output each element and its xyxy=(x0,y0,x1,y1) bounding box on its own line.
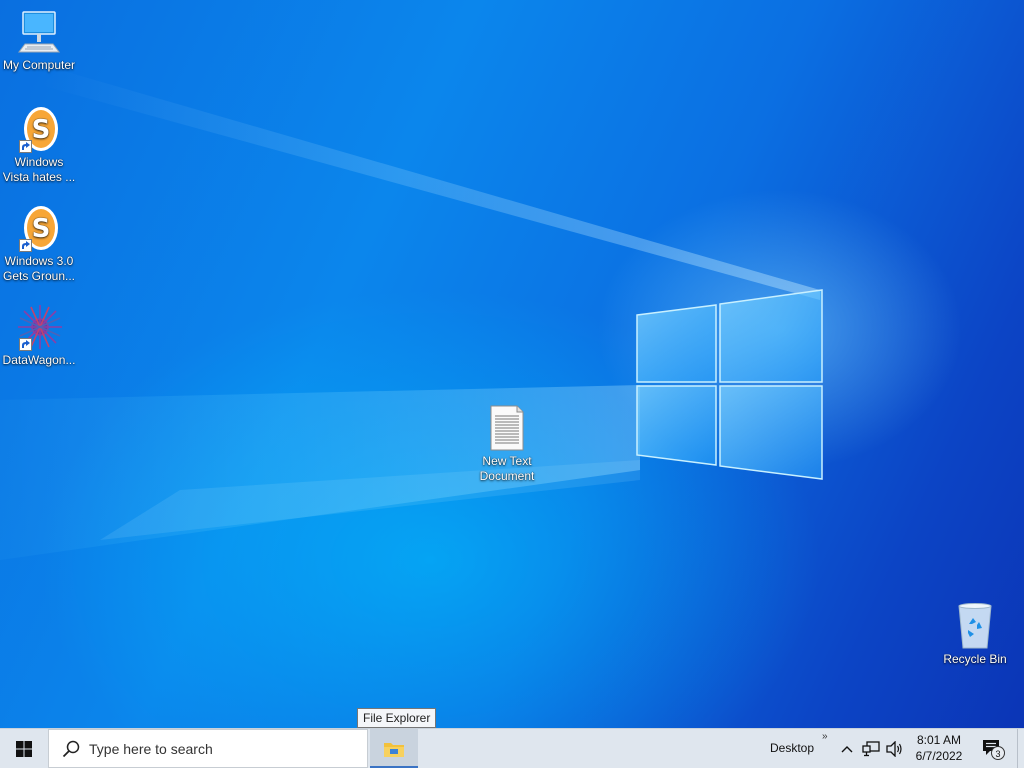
start-button[interactable] xyxy=(0,729,48,768)
scratch-app-icon: S xyxy=(15,105,63,153)
file-explorer-tooltip: File Explorer xyxy=(357,708,437,728)
datawagon-app-icon xyxy=(15,303,63,351)
action-center-button[interactable]: 3 xyxy=(978,729,1008,768)
show-desktop-button[interactable] xyxy=(1017,729,1024,768)
desktop-icon-datawagon[interactable]: DataWagon... xyxy=(0,303,78,368)
taskbar-clock[interactable]: 8:01 AM 6/7/2022 xyxy=(910,732,968,764)
svg-text:S: S xyxy=(32,115,51,145)
clock-time: 8:01 AM xyxy=(916,733,962,747)
network-icon xyxy=(862,740,880,756)
icon-label: New Text Document xyxy=(479,454,535,483)
desktop-icon-windows-vista-hates[interactable]: S Windows Vista hates ... xyxy=(0,105,78,185)
volume-button[interactable] xyxy=(884,729,906,768)
computer-icon xyxy=(15,8,63,56)
scratch-app-icon: S xyxy=(15,204,63,252)
icon-label: Windows Vista hates ... xyxy=(2,155,76,184)
icon-label: DataWagon... xyxy=(2,353,76,367)
icon-label: Windows 3.0 Gets Groun... xyxy=(2,254,76,283)
shortcut-arrow-icon xyxy=(19,239,32,252)
notification-count-badge: 3 xyxy=(991,746,1005,760)
desktop-icon-new-text-document[interactable]: New Text Document xyxy=(468,404,546,484)
wallpaper-windows-logo xyxy=(636,289,823,480)
show-hidden-icons-button[interactable] xyxy=(838,729,856,768)
network-button[interactable] xyxy=(860,729,882,768)
shortcut-arrow-icon xyxy=(19,140,32,153)
svg-text:S: S xyxy=(32,214,51,244)
icon-label: Recycle Bin xyxy=(943,652,1007,666)
taskbar-search-box[interactable]: Type here to search xyxy=(48,729,368,768)
desktop-icon-my-computer[interactable]: My Computer xyxy=(0,8,78,73)
desktop-icon-recycle-bin[interactable]: Recycle Bin xyxy=(936,602,1014,667)
clock-date: 6/7/2022 xyxy=(915,749,963,763)
taskbar-file-explorer-button[interactable] xyxy=(370,729,418,768)
recycle-bin-icon xyxy=(951,602,999,650)
wallpaper-light-beams xyxy=(0,70,820,560)
toolbar-overflow-chevron[interactable]: » xyxy=(822,731,828,742)
desktop[interactable]: My Computer S Windows Vista hates ... S xyxy=(0,0,1024,728)
shortcut-arrow-icon xyxy=(19,338,32,351)
search-placeholder: Type here to search xyxy=(89,740,213,757)
volume-icon xyxy=(886,740,902,757)
desktop-toolbar-label[interactable]: Desktop xyxy=(770,741,814,755)
text-document-icon xyxy=(483,404,531,452)
chevron-up-icon xyxy=(841,745,853,752)
taskbar: Type here to search Desktop » 8:01 AM 6/… xyxy=(0,728,1024,768)
windows-logo-icon xyxy=(16,740,32,757)
icon-label: My Computer xyxy=(2,58,76,72)
desktop-icon-windows-3-0[interactable]: S Windows 3.0 Gets Groun... xyxy=(0,204,78,284)
search-icon xyxy=(62,740,80,757)
folder-icon xyxy=(384,742,404,757)
